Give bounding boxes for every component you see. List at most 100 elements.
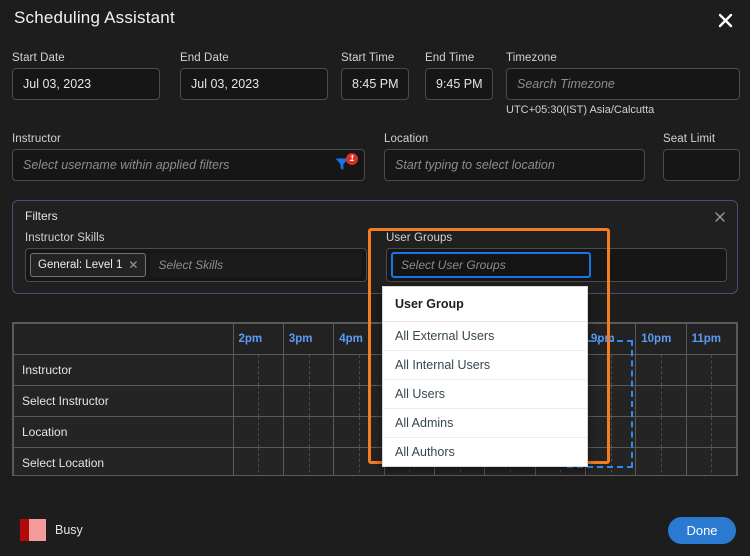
dropdown-item-all-users[interactable]: All Users (383, 380, 587, 409)
start-date-label: Start Date (12, 52, 65, 64)
busy-color-swatch (20, 519, 46, 541)
hour-header: 9pm (584, 323, 637, 355)
grid-slot[interactable] (282, 416, 335, 448)
table-row: Select Instructor (13, 385, 737, 417)
grid-slot[interactable] (635, 447, 687, 475)
dropdown-item-all-admins[interactable]: All Admins (383, 409, 587, 438)
start-date-field: Start Date Jul 03, 2023 (12, 52, 160, 100)
skill-chip[interactable]: General: Level 1 ✕ (30, 253, 147, 277)
table-row: Select Location (13, 447, 737, 475)
seat-limit-field: Seat Limit (663, 133, 740, 181)
grid-row-label: Instructor (13, 354, 234, 386)
table-row: Location (13, 416, 737, 448)
grid-slot[interactable] (635, 385, 687, 417)
grid-slot[interactable] (333, 447, 385, 475)
start-date-input[interactable]: Jul 03, 2023 (12, 68, 160, 100)
dropdown-item-all-external-users[interactable]: All External Users (383, 322, 587, 351)
timezone-note: UTC+05:30(IST) Asia/Calcutta (506, 104, 655, 116)
instructor-location-row: Instructor Select username within applie… (0, 133, 750, 185)
instructor-skills-label: Instructor Skills (25, 232, 105, 244)
busy-legend: Busy (20, 519, 83, 541)
grid-slot[interactable] (232, 385, 284, 417)
end-date-label: End Date (180, 52, 229, 64)
grid-slot[interactable] (333, 385, 385, 417)
user-groups-label: User Groups (386, 232, 453, 244)
instructor-label: Instructor (12, 133, 61, 145)
grid-slot[interactable] (333, 354, 385, 386)
end-time-field: End Time 9:45 PM (425, 52, 493, 100)
schedule-grid[interactable]: 2pm 3pm 4pm 5pm 6pm 7pm 8pm 9pm 10pm 11p… (12, 322, 738, 476)
close-icon[interactable] (712, 7, 738, 33)
end-date-input[interactable]: Jul 03, 2023 (180, 68, 328, 100)
seat-limit-input[interactable] (663, 149, 740, 181)
grid-slot[interactable] (685, 447, 737, 475)
grid-slot[interactable] (282, 354, 335, 386)
grid-slot[interactable] (584, 385, 637, 417)
start-time-field: Start Time 8:45 PM (341, 52, 409, 100)
grid-row-label: Select Instructor (13, 385, 234, 417)
grid-slot[interactable] (584, 416, 637, 448)
chip-remove-icon[interactable]: ✕ (128, 259, 138, 271)
location-label: Location (384, 133, 429, 145)
instructor-input[interactable]: Select username within applied filters 1 (12, 149, 365, 181)
grid-slot[interactable] (635, 354, 687, 386)
grid-slot[interactable] (232, 354, 284, 386)
end-date-field: End Date Jul 03, 2023 (180, 52, 328, 100)
filters-close-icon[interactable] (712, 209, 728, 225)
grid-slot[interactable] (232, 416, 284, 448)
grid-slot[interactable] (584, 354, 637, 386)
timezone-input[interactable]: Search Timezone (506, 68, 740, 100)
grid-slot[interactable] (282, 447, 335, 475)
user-groups-field: User Groups Select User Groups (386, 232, 727, 282)
dropdown-header: User Group (383, 287, 587, 322)
filter-count-badge: 1 (346, 153, 358, 165)
grid-slot[interactable] (584, 447, 637, 475)
dropdown-item-all-authors[interactable]: All Authors (383, 438, 587, 466)
instructor-skills-box[interactable]: General: Level 1 ✕ Select Skills (25, 248, 367, 282)
end-time-input[interactable]: 9:45 PM (425, 68, 493, 100)
start-time-input[interactable]: 8:45 PM (341, 68, 409, 100)
instructor-field: Instructor Select username within applie… (12, 133, 365, 181)
skills-input[interactable]: Select Skills (150, 253, 362, 277)
grid-slot[interactable] (232, 447, 284, 475)
grid-slot[interactable] (282, 385, 335, 417)
busy-legend-label: Busy (55, 523, 83, 537)
grid-slot[interactable] (685, 416, 737, 448)
grid-slot[interactable] (333, 416, 385, 448)
datetime-row: Start Date Jul 03, 2023 End Date Jul 03,… (0, 52, 750, 116)
dialog-titlebar: Scheduling Assistant (0, 0, 750, 44)
end-time-label: End Time (425, 52, 475, 64)
table-row: Instructor (13, 354, 737, 386)
user-groups-box[interactable]: Select User Groups (386, 248, 727, 282)
grid-row-label: Select Location (13, 447, 234, 475)
filters-title: Filters (25, 209, 58, 223)
location-field: Location Start typing to select location (384, 133, 645, 181)
instructor-skills-field: Instructor Skills General: Level 1 ✕ Sel… (25, 232, 367, 282)
schedule-table: 2pm 3pm 4pm 5pm 6pm 7pm 8pm 9pm 10pm 11p… (13, 323, 737, 475)
instructor-placeholder: Select username within applied filters (23, 158, 230, 172)
filters-panel: Filters Instructor Skills General: Level… (12, 200, 738, 294)
filter-funnel-icon[interactable]: 1 (334, 153, 358, 176)
grid-row-label: Location (13, 416, 234, 448)
user-groups-dropdown[interactable]: User Group All External Users All Intern… (382, 286, 588, 467)
user-groups-input[interactable]: Select User Groups (391, 252, 591, 278)
schedule-header-row: 2pm 3pm 4pm 5pm 6pm 7pm 8pm 9pm 10pm 11p… (13, 323, 737, 355)
hour-header: 11pm (685, 323, 737, 355)
skill-chip-label: General: Level 1 (38, 259, 123, 271)
start-time-label: Start Time (341, 52, 395, 64)
grid-slot[interactable] (685, 385, 737, 417)
timezone-field: Timezone Search Timezone UTC+05:30(IST) … (506, 52, 740, 116)
timezone-label: Timezone (506, 52, 557, 64)
seat-limit-label: Seat Limit (663, 133, 716, 145)
hour-header: 2pm (232, 323, 284, 355)
grid-corner-cell (13, 323, 234, 355)
grid-slot[interactable] (635, 416, 687, 448)
page-title: Scheduling Assistant (14, 8, 175, 27)
hour-header: 3pm (282, 323, 335, 355)
dropdown-item-all-internal-users[interactable]: All Internal Users (383, 351, 587, 380)
grid-slot[interactable] (685, 354, 737, 386)
hour-header: 4pm (333, 323, 385, 355)
hour-header: 10pm (635, 323, 687, 355)
location-input[interactable]: Start typing to select location (384, 149, 645, 181)
done-button[interactable]: Done (668, 517, 736, 544)
